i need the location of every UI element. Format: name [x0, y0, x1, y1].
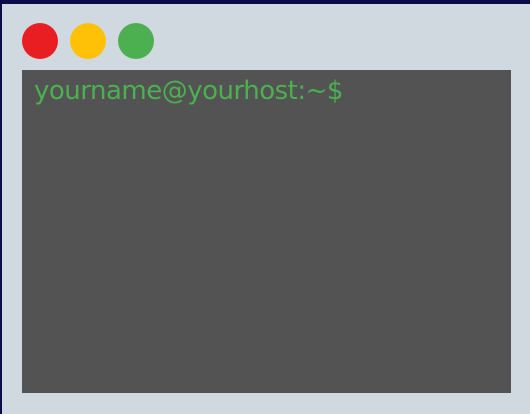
shell-prompt: yourname@yourhost:~$: [34, 76, 343, 106]
maximize-button[interactable]: [118, 23, 154, 59]
terminal-area[interactable]: yourname@yourhost:~$: [22, 70, 511, 393]
terminal-window: yourname@yourhost:~$: [2, 4, 530, 414]
title-bar: [2, 4, 530, 70]
close-button[interactable]: [22, 23, 58, 59]
minimize-button[interactable]: [70, 23, 106, 59]
